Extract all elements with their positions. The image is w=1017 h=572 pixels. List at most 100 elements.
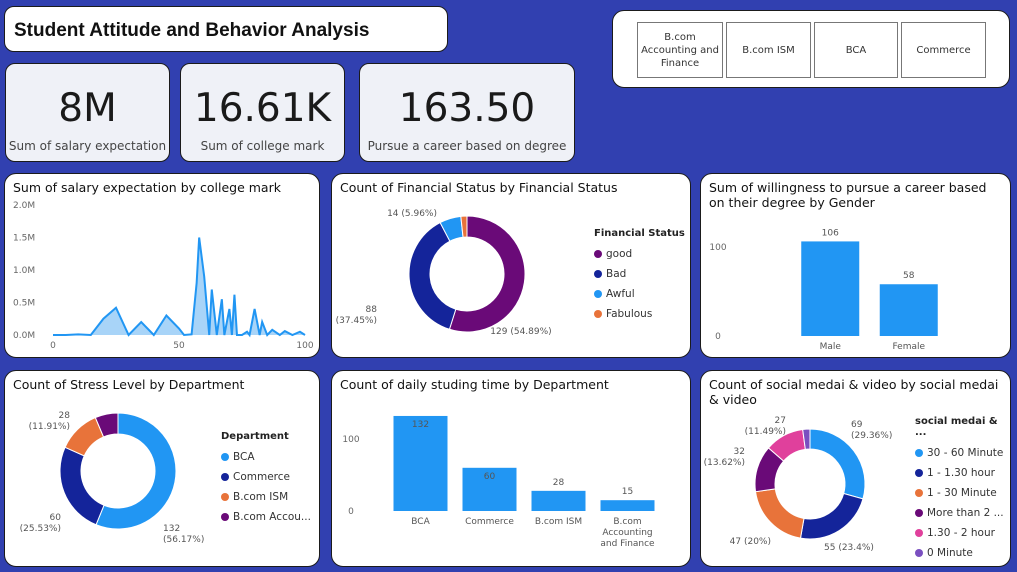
x-category-label: Female [892, 342, 925, 352]
legend-item[interactable]: 30 - 60 Minute [915, 443, 1010, 463]
slicer-option-bca[interactable]: BCA [814, 22, 898, 78]
legend-swatch [594, 250, 602, 258]
legend-label: 1.30 - 2 hour [927, 527, 995, 539]
kpi-label: Sum of college mark [200, 139, 325, 153]
legend-swatch [221, 513, 229, 521]
legend-item[interactable]: B.com ISM [221, 487, 311, 507]
kpi-value: 8M [58, 86, 117, 131]
y-tick-label: 0 [348, 507, 354, 517]
legend-label: Fabulous [606, 308, 653, 320]
legend-label: Bad [606, 268, 627, 280]
legend-item[interactable]: 1 - 30 Minute [915, 483, 1010, 503]
donut-slice-commerce [59, 446, 105, 526]
data-label: 60 (25.53%) [20, 513, 62, 534]
y-tick-label: 100 [709, 243, 726, 253]
legend-label: 30 - 60 Minute [927, 447, 1004, 459]
x-tick-label: 0 [50, 341, 56, 351]
data-label: 132 (56.17%) [163, 524, 204, 545]
bar-value-label: 28 [553, 478, 565, 488]
legend-item[interactable]: BCA [221, 447, 311, 467]
stress-level-panel[interactable]: Count of Stress Level by Department 132(… [4, 370, 320, 567]
kpi-value: 16.61K [193, 86, 332, 131]
kpi-label: Pursue a career based on degree [367, 139, 567, 153]
legend-label: BCA [233, 451, 255, 463]
y-tick-label: 0 [715, 332, 721, 342]
data-label: 69 (29.36%) [851, 420, 892, 441]
legend-label: B.com Accou... [233, 511, 311, 523]
legend-swatch [594, 310, 602, 318]
kpi-label: Sum of salary expectation [8, 139, 167, 153]
department-slicer: B.com Accounting and Finance B.com ISM B… [612, 10, 1010, 88]
study-time-panel[interactable]: Count of daily studing time by Departmen… [331, 370, 691, 567]
kpi-college-mark-card[interactable]: 16.61K Sum of college mark [180, 63, 345, 162]
social-media-panel[interactable]: Count of social medai & video by social … [700, 370, 1011, 567]
legend-swatch [915, 489, 923, 497]
y-tick-label: 0.0M [13, 331, 35, 341]
gender-bar-chart: 0 100 106 Male 58 Female [709, 228, 938, 352]
kpi-pursue-career-card[interactable]: 163.50 Pursue a career based on degree [359, 63, 575, 162]
x-category-label: B.com Accounting and Finance [600, 517, 655, 549]
bar [600, 500, 655, 511]
x-tick-label: 100 [296, 341, 313, 351]
salary-by-mark-panel[interactable]: Sum of salary expectation by college mar… [4, 173, 320, 358]
legend-item[interactable]: Fabulous [594, 304, 685, 324]
legend-item[interactable]: Awful [594, 284, 685, 304]
data-label: 27 (11.49%) [745, 416, 786, 437]
y-tick-label: 2.0M [13, 201, 35, 211]
data-label: 14 (5.96%) [387, 209, 437, 219]
bar-value-label: 15 [622, 487, 633, 497]
legend-swatch [915, 469, 923, 477]
legend-label: B.com ISM [233, 491, 289, 503]
legend-item[interactable]: More than 2 ... [915, 503, 1010, 523]
legend-swatch [915, 529, 923, 537]
kpi-value: 163.50 [398, 86, 536, 131]
legend-item[interactable]: 1 - 1.30 hour [915, 463, 1010, 483]
kpi-salary-card[interactable]: 8M Sum of salary expectation [5, 63, 170, 162]
legend-item[interactable]: 1.30 - 2 hour [915, 523, 1010, 543]
legend-item[interactable]: B.com Accou... [221, 507, 311, 527]
legend-item[interactable]: 0 Minute [915, 543, 1010, 563]
study-bar-chart: 0 100 132 BCA 60 Commerce 28 B.com ISM 15 B.com Ac… [342, 415, 655, 549]
career-by-gender-panel[interactable]: Sum of willingness to pursue a career ba… [700, 173, 1011, 358]
area-fill [53, 237, 305, 335]
x-category-label: Commerce [465, 517, 514, 527]
legend-label: good [606, 248, 633, 260]
data-label: 47 (20%) [730, 537, 771, 547]
report-title: Student Attitude and Behavior Analysis [14, 20, 370, 41]
bar-value-label: 106 [822, 228, 839, 238]
y-tick-label: 100 [342, 435, 359, 445]
donut-slice-1-1-30-hour [799, 492, 864, 540]
legend-swatch [594, 270, 602, 278]
data-label: 28 (11.91%) [29, 411, 71, 432]
legend-item[interactable]: Bad [594, 264, 685, 284]
y-tick-label: 1.5M [13, 234, 35, 244]
legend-item[interactable]: good [594, 244, 685, 264]
legend-title: Department [221, 431, 289, 442]
report-title-card: Student Attitude and Behavior Analysis [4, 6, 448, 52]
legend-swatch [915, 509, 923, 517]
legend-label: 1 - 30 Minute [927, 487, 997, 499]
legend-item[interactable]: Commerce [221, 467, 311, 487]
legend-swatch [221, 473, 229, 481]
area-line [53, 237, 306, 338]
legend-label: Awful [606, 288, 635, 300]
data-label: 129 (54.89%) [490, 327, 551, 337]
bar [879, 284, 938, 336]
data-label: 32 (13.62%) [704, 447, 745, 468]
financial-status-panel[interactable]: Count of Financial Status by Financial S… [331, 173, 691, 358]
slicer-option-commerce[interactable]: Commerce [901, 22, 986, 78]
legend-title: social medai & ... [915, 416, 998, 438]
legend-title: Financial Status [594, 228, 685, 239]
legend-swatch [221, 453, 229, 461]
legend-label: More than 2 ... [927, 507, 1004, 519]
slicer-option-bcom-af[interactable]: B.com Accounting and Finance [637, 22, 723, 78]
salary-area-chart: 0.0M 0.5M 1.0M 1.5M 2.0M 0 50 100 [13, 201, 314, 351]
bar [531, 490, 586, 511]
bar-value-label: 132 [412, 420, 429, 430]
x-tick-label: 50 [173, 341, 185, 351]
slicer-option-bcom-ism[interactable]: B.com ISM [726, 22, 811, 78]
x-category-label: Male [820, 342, 842, 352]
legend-label: 0 Minute [927, 547, 973, 559]
y-tick-label: 0.5M [13, 299, 35, 309]
bar-value-label: 60 [484, 472, 496, 482]
